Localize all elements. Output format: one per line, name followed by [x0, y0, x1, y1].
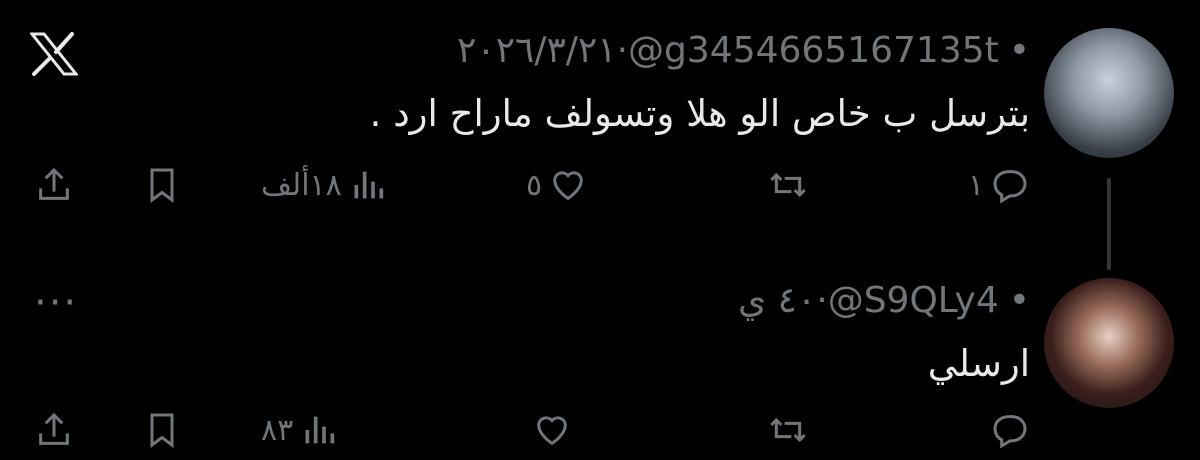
- retweet-icon: [770, 172, 806, 198]
- avatar[interactable]: [1044, 278, 1174, 408]
- views-count: ٨٣: [261, 412, 294, 448]
- separator: ·: [816, 280, 828, 321]
- separator-dot: •: [1008, 280, 1030, 321]
- like-icon: [537, 416, 567, 446]
- x-logo-icon[interactable]: [30, 32, 78, 76]
- views-icon: [305, 416, 335, 444]
- bookmark-button[interactable]: [142, 400, 182, 460]
- retweet-button[interactable]: [756, 400, 808, 460]
- share-icon: [39, 167, 69, 200]
- share-button[interactable]: [34, 400, 74, 460]
- user-handle[interactable]: @S9QLy4: [828, 280, 999, 321]
- tweet-date[interactable]: ٢٠٢٦/٣/٢١: [457, 30, 617, 71]
- views-count: ١٨ألف: [261, 167, 342, 203]
- tweet-date[interactable]: ٤٠ ي: [738, 280, 816, 321]
- retweet-button[interactable]: [756, 155, 808, 215]
- reply-icon: [993, 170, 1027, 204]
- reply-button[interactable]: [978, 400, 1030, 460]
- tweet-meta: •@S9QLy4·٤٠ ي: [738, 280, 1030, 321]
- bookmark-button[interactable]: [142, 155, 182, 215]
- like-button[interactable]: [520, 400, 572, 460]
- tweet-text: بترسل ب خاص الو هلا وتسولف ماراح ارد .: [369, 92, 1030, 135]
- reply-button[interactable]: ١: [962, 155, 1030, 215]
- tweet-actions: ٨٣: [0, 400, 1200, 460]
- bookmark-icon: [150, 413, 174, 448]
- separator: ·: [616, 30, 629, 71]
- like-button[interactable]: ٥: [520, 155, 588, 215]
- views-icon: [354, 171, 383, 199]
- tweet-text: ارسلي: [927, 342, 1030, 385]
- more-icon[interactable]: ···: [34, 280, 78, 326]
- retweet-icon: [770, 417, 806, 443]
- user-handle[interactable]: @g3454665167135t: [628, 30, 999, 71]
- bookmark-icon: [150, 168, 174, 203]
- views-button[interactable]: ١٨ألف: [255, 155, 388, 215]
- like-icon: [553, 171, 583, 201]
- views-button[interactable]: ٨٣: [255, 400, 339, 460]
- like-count: ٥: [526, 167, 543, 203]
- reply-icon: [993, 415, 1027, 449]
- share-icon: [39, 412, 69, 445]
- reply-count: ١: [967, 167, 984, 203]
- tweet-meta: •@g3454665167135t·٢٠٢٦/٣/٢١: [457, 30, 1030, 71]
- tweet-actions: ١ ٥ ١٨ألف: [0, 155, 1200, 215]
- separator-dot: •: [1008, 30, 1030, 71]
- share-button[interactable]: [34, 155, 74, 215]
- avatar[interactable]: [1044, 28, 1174, 158]
